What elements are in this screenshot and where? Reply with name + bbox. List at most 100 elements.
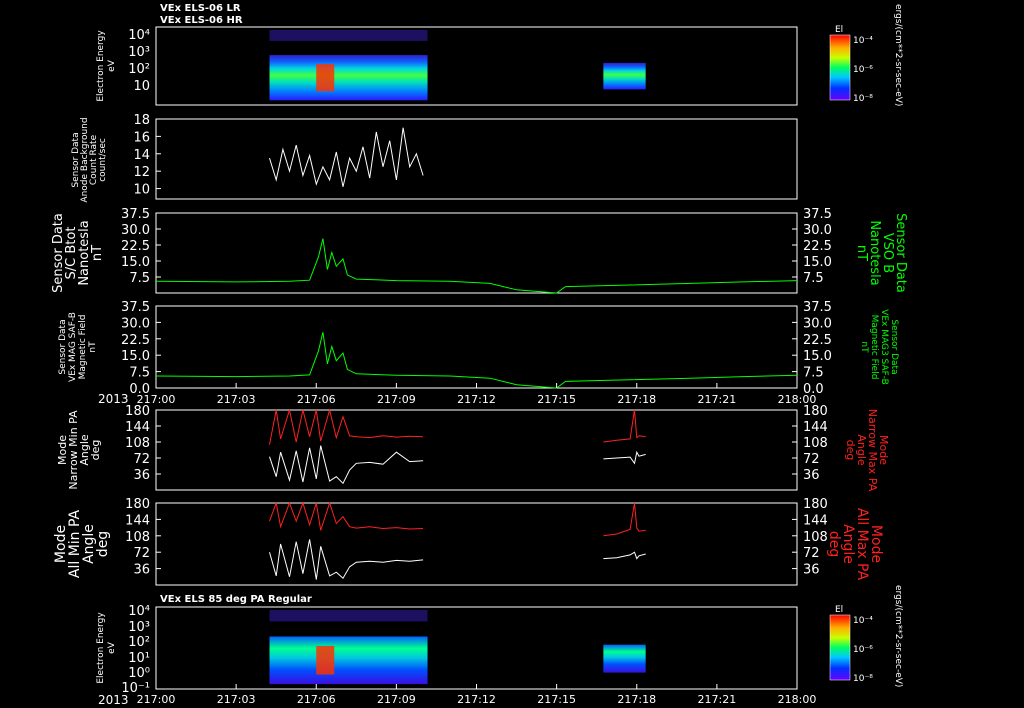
colorbar-bottom: El 10⁻⁴ 10⁻⁶ 10⁻⁸ ergs/(cm**2-sr-sec-eV) [829, 585, 903, 687]
spectrogram-hotspot [316, 64, 335, 92]
x-tick-label: 217:18 [617, 393, 656, 406]
colorbar-top-gradient [829, 34, 851, 101]
tick-label: 37.5 [121, 300, 150, 315]
series-line [603, 450, 646, 465]
series-line [269, 501, 424, 531]
mag-ylabel-1: Sensor Data [58, 319, 68, 374]
x-tick-label: 217:00 [137, 693, 176, 706]
colorbar-top-units: ergs/(cm**2-sr-sec-eV) [893, 4, 903, 106]
panel2-series [155, 238, 798, 294]
tick-label: 36 [133, 468, 150, 483]
tick-label: 15.0 [121, 349, 150, 364]
tick-label: 12 [133, 165, 150, 180]
tick-label: 10⁰ [128, 666, 150, 681]
panel-spectrogram-top: VEx ELS-06 LR VEx ELS-06 HR Electron Ene… [96, 3, 903, 106]
series-line [155, 332, 798, 389]
colorbar-bottom-label: El [835, 605, 843, 615]
figure: VEx ELS-06 LR VEx ELS-06 HR Electron Ene… [51, 3, 908, 707]
panel-frame [155, 212, 798, 294]
panel4-yticks: 180 180144 144108 10872 7236 36 [125, 404, 828, 483]
tick-label: 7.5 [129, 366, 150, 381]
tick-label: 18 [133, 113, 150, 128]
colorbar-bottom-gradient [829, 614, 851, 681]
panel-title-lr: VEx ELS-06 LR [160, 3, 241, 14]
tick-label: 10⁴ [128, 28, 150, 43]
series-line [269, 539, 424, 580]
panel-all-pa: Mode All Min PA Angle deg Mode All Max P… [53, 497, 884, 586]
tick-label: 108 [125, 436, 150, 451]
colorbar-bottom-units: ergs/(cm**2-sr-sec-eV) [893, 585, 903, 687]
tick-label: 36 [803, 563, 820, 578]
colorbar-tick: 10⁻⁴ [853, 616, 873, 626]
panel-title-85deg: VEx ELS 85 deg PA Regular [160, 594, 312, 605]
tick-label: 108 [125, 530, 150, 545]
tick-label: 36 [133, 563, 150, 578]
tick-label: 10⁴ [128, 604, 150, 619]
panel3-yticks: 37.5 37.530.0 30.022.5 22.515.0 15.07.5 7.50.… [121, 300, 832, 397]
mag-ylabel-right-4: nT [859, 341, 869, 353]
spectrogram-hotspot [316, 646, 335, 675]
x-tick-label: 217:06 [297, 693, 336, 706]
panel-mag-safb: Sensor Data VEx MAG SAF-B Magnetic Field… [58, 300, 899, 397]
tick-label: 72 [133, 546, 150, 561]
tick-label: 22.5 [803, 333, 832, 348]
panel-frame [155, 409, 798, 491]
mag-ylabel-2: VEx MAG SAF-B [68, 312, 78, 382]
x-tick-label: 217:06 [297, 393, 336, 406]
tick-label: 37.5 [803, 207, 832, 222]
tick-label: 180 [803, 404, 828, 419]
tick-label: 72 [803, 546, 820, 561]
colorbar-tick: 10⁻⁸ [853, 94, 873, 104]
x-tick-label: 217:15 [537, 393, 576, 406]
spectrogram-block [269, 636, 428, 685]
x-tick-label: 218:00 [778, 693, 817, 706]
panel-btot: Sensor Data S/C Btot Nanotesla nT Sensor… [51, 207, 908, 294]
x-tick-label: 217:21 [698, 393, 737, 406]
series-line [155, 238, 798, 294]
tick-label: 7.5 [803, 271, 824, 286]
time-axis-middle: 2013 217:00 217:03 217:06 217:09 217:12 217:1… [98, 383, 816, 406]
tick-label: 15.0 [121, 255, 150, 270]
tick-label: 180 [803, 497, 828, 512]
x-tick-label: 217:12 [457, 693, 496, 706]
tick-label: 10¹ [128, 651, 150, 666]
mag-ylabel-right-3: Magnetic Field [869, 315, 879, 380]
spectrogram-bottom-frame [155, 606, 798, 690]
tick-label: 144 [803, 420, 828, 435]
tick-label: 22.5 [121, 333, 150, 348]
tick-label: 144 [803, 513, 828, 528]
tick-label: 36 [803, 468, 820, 483]
tick-label: 30.0 [803, 316, 832, 331]
tick-label: 22.5 [803, 239, 832, 254]
panel-frame [155, 502, 798, 586]
tick-label: 10³ [128, 620, 150, 635]
axis-year-label: 2013 [98, 392, 129, 406]
series-line [269, 445, 424, 485]
xaxis-bot-ticks: 217:00 217:03 217:06 217:09 217:12 217:15 217:… [137, 684, 817, 706]
tick-label: 7.5 [129, 271, 150, 286]
tick-label: 72 [803, 452, 820, 467]
x-tick-label: 217:09 [377, 393, 416, 406]
tick-label: 10³ [128, 45, 150, 60]
x-tick-label: 217:03 [217, 693, 256, 706]
tick-label: 144 [125, 513, 150, 528]
series-line [269, 408, 424, 445]
xaxis-mid-ticks: 217:00 217:03 217:06 217:09 217:12 217:15 217:… [137, 383, 816, 406]
tick-label: 15.0 [803, 349, 832, 364]
colorbar-tick: 10⁻⁴ [853, 36, 873, 46]
tick-label: 16 [133, 130, 150, 145]
tick-label: 10² [128, 62, 150, 77]
tick-label: 22.5 [121, 239, 150, 254]
panel4-series [269, 408, 646, 485]
narrow-ylabel-right-4: deg [844, 440, 857, 461]
x-tick-label: 217:03 [217, 393, 256, 406]
panel-title-hr: VEx ELS-06 HR [160, 15, 243, 26]
spec-top-yticks: 10⁴ 10³ 10² 10 [128, 28, 150, 94]
count-ylabel-4: count/sec [98, 138, 108, 182]
tick-label: 37.5 [121, 207, 150, 222]
tick-label: 14 [133, 148, 150, 163]
series-line [603, 551, 646, 560]
axis-year-label-bottom: 2013 [98, 693, 129, 707]
tick-label: 10 [133, 183, 150, 198]
panel-spectrogram-bottom: VEx ELS 85 deg PA Regular Electron Energ… [96, 585, 903, 696]
